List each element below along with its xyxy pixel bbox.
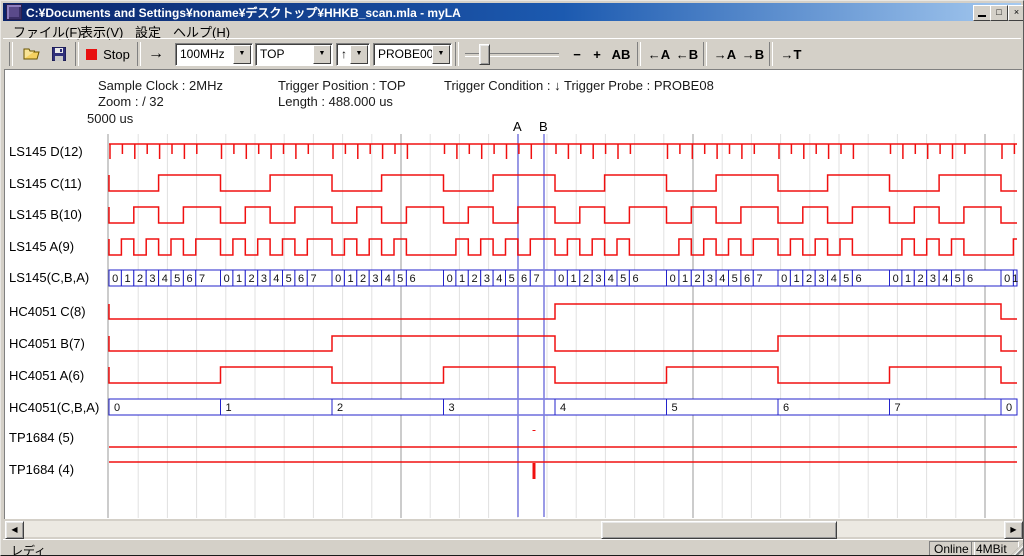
svg-text:2: 2 xyxy=(583,273,589,285)
status-online-panel: Online xyxy=(929,541,975,556)
svg-text:2: 2 xyxy=(917,273,923,285)
svg-text:4: 4 xyxy=(496,273,502,285)
svg-text:5: 5 xyxy=(955,273,961,285)
svg-text:4: 4 xyxy=(831,273,837,285)
svg-text:3: 3 xyxy=(930,273,936,285)
svg-text:7: 7 xyxy=(756,273,762,285)
svg-text:0: 0 xyxy=(558,273,564,285)
svg-text:1: 1 xyxy=(571,273,577,285)
svg-text:6: 6 xyxy=(783,402,789,414)
status-memory-panel: 4MBit xyxy=(971,541,1019,556)
svg-text:5: 5 xyxy=(620,273,626,285)
svg-text:1: 1 xyxy=(348,273,354,285)
svg-text:2: 2 xyxy=(694,273,700,285)
svg-text:0: 0 xyxy=(781,273,787,285)
svg-text:2: 2 xyxy=(806,273,812,285)
status-ready-text: レディ xyxy=(11,542,46,556)
svg-text:5: 5 xyxy=(286,273,292,285)
scrollbar-thumb[interactable] xyxy=(601,521,837,539)
svg-text:1: 1 xyxy=(226,402,232,414)
svg-text:6: 6 xyxy=(410,273,416,285)
svg-text:1: 1 xyxy=(459,273,465,285)
svg-text:2: 2 xyxy=(137,273,143,285)
svg-text:4: 4 xyxy=(942,273,948,285)
svg-text:3: 3 xyxy=(261,273,267,285)
svg-text:4: 4 xyxy=(719,273,725,285)
svg-text:2: 2 xyxy=(337,402,343,414)
svg-text:0: 0 xyxy=(1004,273,1010,285)
svg-text:6: 6 xyxy=(744,273,750,285)
svg-text:5: 5 xyxy=(174,273,180,285)
svg-text:6: 6 xyxy=(298,273,304,285)
svg-text:6: 6 xyxy=(967,273,973,285)
svg-text:4: 4 xyxy=(162,273,168,285)
svg-text:0: 0 xyxy=(1006,402,1012,414)
svg-text:7: 7 xyxy=(533,273,539,285)
svg-text:0: 0 xyxy=(447,273,453,285)
horizontal-scrollbar[interactable]: ◀ ▶ xyxy=(5,521,1021,537)
svg-text:3: 3 xyxy=(484,273,490,285)
svg-text:4: 4 xyxy=(385,273,391,285)
svg-text:2: 2 xyxy=(471,273,477,285)
svg-text:0: 0 xyxy=(335,273,341,285)
svg-text:1: 1 xyxy=(682,273,688,285)
svg-text:0: 0 xyxy=(114,402,120,414)
svg-text:5: 5 xyxy=(732,273,738,285)
svg-text:6: 6 xyxy=(856,273,862,285)
svg-text:7: 7 xyxy=(895,402,901,414)
svg-text:1: 1 xyxy=(905,273,911,285)
svg-text:3: 3 xyxy=(372,273,378,285)
svg-text:4: 4 xyxy=(608,273,614,285)
svg-text:0: 0 xyxy=(112,273,118,285)
svg-text:3: 3 xyxy=(149,273,155,285)
svg-text:1: 1 xyxy=(236,273,242,285)
scroll-left-button[interactable]: ◀ xyxy=(5,521,24,539)
svg-text:4: 4 xyxy=(273,273,279,285)
svg-text:4: 4 xyxy=(560,402,566,414)
svg-text:3: 3 xyxy=(595,273,601,285)
svg-text:5: 5 xyxy=(843,273,849,285)
svg-text:1: 1 xyxy=(794,273,800,285)
svg-text:2: 2 xyxy=(248,273,254,285)
scroll-right-button[interactable]: ▶ xyxy=(1004,521,1023,539)
svg-text:0: 0 xyxy=(670,273,676,285)
app-window: C:¥Documents and Settings¥noname¥デスクトップ¥… xyxy=(0,0,1024,556)
svg-text:1: 1 xyxy=(1012,273,1018,285)
status-bar: レディ Online4MBit xyxy=(3,539,1023,556)
svg-text:5: 5 xyxy=(397,273,403,285)
svg-text:2: 2 xyxy=(360,273,366,285)
svg-text:6: 6 xyxy=(633,273,639,285)
svg-text:0: 0 xyxy=(893,273,899,285)
svg-text:6: 6 xyxy=(521,273,527,285)
svg-text:0: 0 xyxy=(224,273,230,285)
svg-text:7: 7 xyxy=(310,273,316,285)
svg-text:3: 3 xyxy=(449,402,455,414)
svg-text:3: 3 xyxy=(818,273,824,285)
svg-text:1: 1 xyxy=(125,273,131,285)
svg-text:5: 5 xyxy=(509,273,515,285)
waveform-plot[interactable]: 0123456701234567012345601234567012345601… xyxy=(1,1,1024,556)
svg-text:7: 7 xyxy=(199,273,205,285)
svg-text:5: 5 xyxy=(672,402,678,414)
svg-text:6: 6 xyxy=(187,273,193,285)
svg-text:3: 3 xyxy=(707,273,713,285)
